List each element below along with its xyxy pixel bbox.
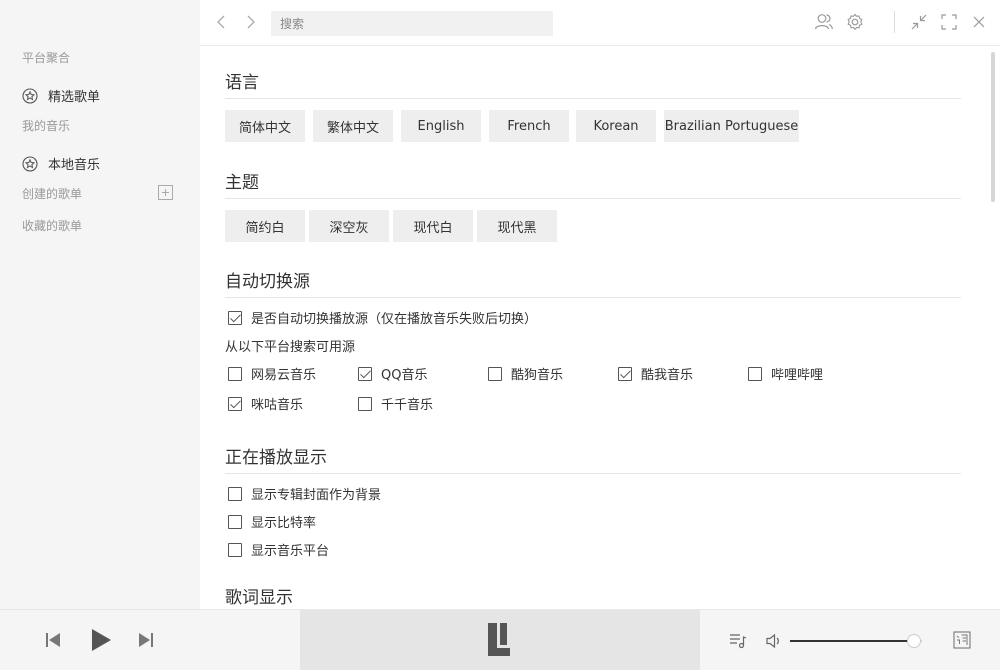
settings-content: 语言 简体中文 繁体中文 English French Korean Brazi… xyxy=(200,47,1000,609)
checkbox-label: 千千音乐 xyxy=(381,398,434,413)
sidebar-item-label: 精选歌单 xyxy=(48,90,101,105)
sidebar-section-platform: 平台聚合 xyxy=(22,51,71,65)
checkbox[interactable] xyxy=(748,366,762,381)
toolbar-divider xyxy=(894,11,895,33)
volume-icon[interactable] xyxy=(765,632,783,654)
checkbox-label: 酷我音乐 xyxy=(641,368,694,383)
language-option[interactable]: 繁体中文 xyxy=(313,110,393,142)
section-title-theme: 主题 xyxy=(225,173,259,193)
play-icon[interactable] xyxy=(89,628,113,656)
theme-option[interactable]: 现代白 xyxy=(393,210,473,242)
language-option[interactable]: 简体中文 xyxy=(225,110,305,142)
volume-fill xyxy=(790,640,915,642)
checkbox[interactable] xyxy=(228,310,242,325)
language-option[interactable]: Korean xyxy=(576,110,656,142)
source-checkbox-netease[interactable]: 网易云音乐 xyxy=(228,364,316,383)
checkbox[interactable] xyxy=(488,366,502,381)
show-bitrate-checkbox[interactable]: 显示比特率 xyxy=(228,512,316,531)
checkbox[interactable] xyxy=(358,366,372,381)
sources-label: 从以下平台搜索可用源 xyxy=(225,340,356,355)
checkbox-label: 哔哩哔哩 xyxy=(771,368,824,383)
checkbox[interactable] xyxy=(228,514,242,529)
now-playing-area[interactable] xyxy=(300,610,700,670)
checkbox-label: 酷狗音乐 xyxy=(511,368,564,383)
checkbox-label: 是否自动切换播放源（仅在播放音乐失败后切换） xyxy=(251,312,538,327)
divider xyxy=(225,473,961,474)
forward-icon[interactable] xyxy=(243,14,257,30)
sidebar-item-label: 本地音乐 xyxy=(48,158,101,173)
lyrics-icon[interactable] xyxy=(953,631,971,653)
checkbox[interactable] xyxy=(358,396,372,411)
star-icon xyxy=(22,87,38,104)
divider xyxy=(225,98,961,99)
previous-icon[interactable] xyxy=(44,631,62,653)
volume-handle[interactable] xyxy=(907,634,922,648)
theme-option[interactable]: 简约白 xyxy=(225,210,305,242)
sidebar: 平台聚合 精选歌单 我的音乐 本地音乐 创建的歌单 收藏的歌单 xyxy=(0,0,200,609)
source-checkbox-bilibili[interactable]: 哔哩哔哩 xyxy=(748,364,823,383)
player-bar xyxy=(0,609,1000,670)
source-checkbox-kugou[interactable]: 酷狗音乐 xyxy=(488,364,563,383)
star-icon xyxy=(22,155,38,172)
sidebar-section-my-music: 我的音乐 xyxy=(22,119,71,133)
section-title-lyrics: 歌词显示 xyxy=(225,588,293,608)
language-option[interactable]: French xyxy=(489,110,569,142)
top-bar xyxy=(200,0,1000,46)
checkbox[interactable] xyxy=(228,542,242,557)
divider xyxy=(225,198,961,199)
checkbox[interactable] xyxy=(228,366,242,381)
checkbox[interactable] xyxy=(228,486,242,501)
checkbox-label: 显示比特率 xyxy=(251,516,317,531)
section-title-auto-switch: 自动切换源 xyxy=(225,272,310,292)
scrollbar[interactable] xyxy=(991,52,995,202)
checkbox[interactable] xyxy=(618,366,632,381)
checkbox-label: 咪咕音乐 xyxy=(251,398,304,413)
divider xyxy=(225,297,961,298)
app-logo-icon xyxy=(488,623,510,660)
section-title-now-playing: 正在播放显示 xyxy=(225,448,327,468)
playlist-icon[interactable] xyxy=(729,632,747,654)
source-checkbox-qq[interactable]: QQ音乐 xyxy=(358,364,427,383)
checkbox[interactable] xyxy=(228,396,242,411)
theme-option[interactable]: 现代黑 xyxy=(477,210,557,242)
checkbox-label: 显示专辑封面作为背景 xyxy=(251,488,382,503)
language-option[interactable]: English xyxy=(401,110,481,142)
add-playlist-icon[interactable] xyxy=(158,185,173,200)
auto-switch-checkbox[interactable]: 是否自动切换播放源（仅在播放音乐失败后切换） xyxy=(228,308,537,327)
volume-slider[interactable] xyxy=(790,640,922,642)
settings-gear-icon[interactable] xyxy=(845,12,865,32)
checkbox-label: 网易云音乐 xyxy=(251,368,317,383)
language-option[interactable]: Brazilian Portuguese xyxy=(664,110,799,142)
show-platform-checkbox[interactable]: 显示音乐平台 xyxy=(228,540,329,559)
search-input[interactable] xyxy=(271,11,553,36)
back-icon[interactable] xyxy=(215,14,229,30)
checkbox-label: QQ音乐 xyxy=(381,368,428,383)
theme-option[interactable]: 深空灰 xyxy=(309,210,389,242)
minimize-icon[interactable] xyxy=(909,12,929,32)
section-title-language: 语言 xyxy=(225,73,259,93)
sidebar-item-featured[interactable]: 精选歌单 xyxy=(22,86,100,105)
source-checkbox-migu[interactable]: 咪咕音乐 xyxy=(228,394,303,413)
source-checkbox-qianqian[interactable]: 千千音乐 xyxy=(358,394,433,413)
next-icon[interactable] xyxy=(137,631,155,653)
show-cover-background-checkbox[interactable]: 显示专辑封面作为背景 xyxy=(228,484,381,503)
checkbox-label: 显示音乐平台 xyxy=(251,544,330,559)
sidebar-section-collected: 收藏的歌单 xyxy=(22,219,83,233)
source-checkbox-kuwo[interactable]: 酷我音乐 xyxy=(618,364,693,383)
sidebar-item-local-music[interactable]: 本地音乐 xyxy=(22,154,100,173)
sidebar-section-created: 创建的歌单 xyxy=(22,187,83,201)
user-icon[interactable] xyxy=(814,12,834,32)
close-icon[interactable] xyxy=(969,12,989,32)
maximize-icon[interactable] xyxy=(939,12,959,32)
